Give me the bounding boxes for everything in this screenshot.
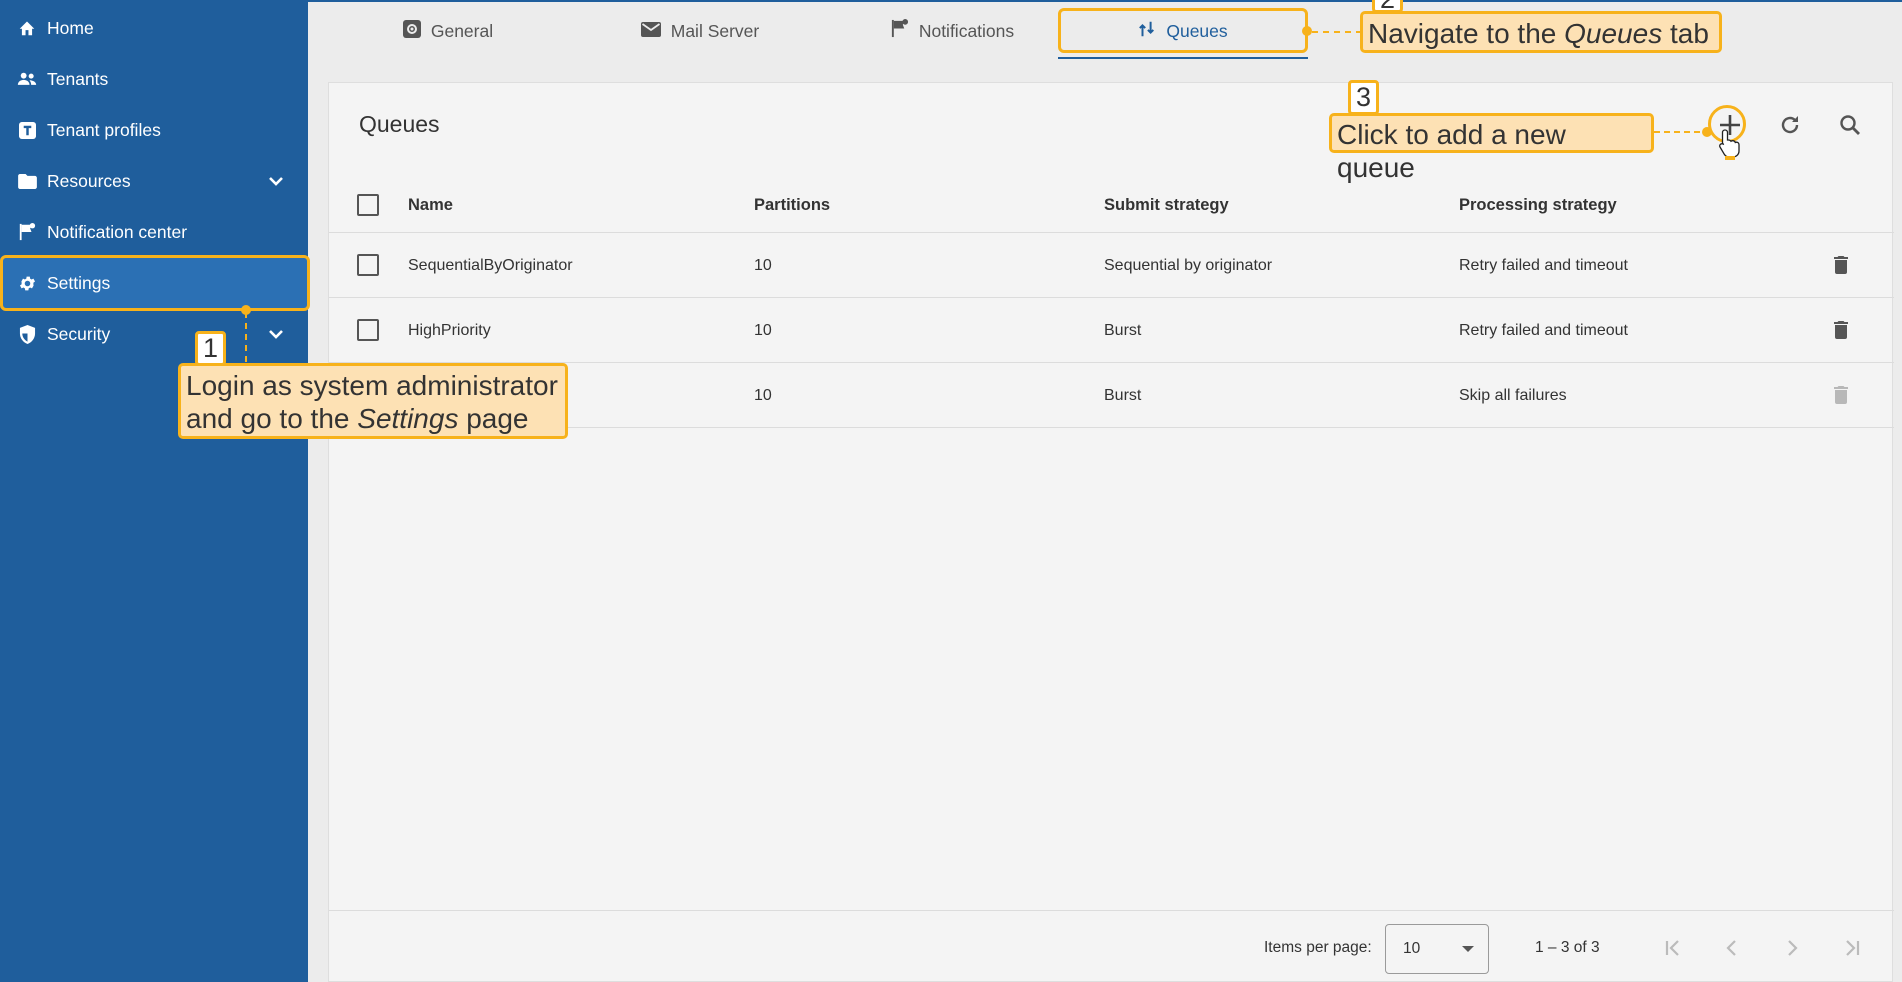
step3-callout: Click to add a new queue — [1329, 113, 1654, 183]
queue-processing-strategy: Skip all failures — [1459, 386, 1567, 404]
queues-card: Queues Name Partitions Submit strategy P… — [328, 82, 1894, 982]
folder-icon — [17, 171, 37, 191]
sidebar-item-tenants[interactable]: Tenants — [0, 54, 308, 104]
sidebar-item-label: Tenants — [47, 68, 109, 89]
select-all-checkbox[interactable] — [357, 194, 379, 216]
queue-partitions: 10 — [754, 386, 772, 404]
row-checkbox[interactable] — [357, 319, 379, 341]
chevron-left-icon — [1726, 940, 1736, 956]
step2-callout: Navigate to the Queues tab — [1360, 11, 1722, 53]
queue-submit-strategy: Sequential by originator — [1104, 256, 1273, 274]
active-tab-indicator — [1058, 57, 1308, 59]
table-header: Name Partitions Submit strategy Processi… — [329, 178, 1894, 233]
refresh-button[interactable] — [1770, 105, 1810, 145]
paginator: Items per page: 10 1 – 3 of 3 — [329, 910, 1894, 982]
table-row[interactable]: SequentialByOriginator 10 Sequential by … — [329, 233, 1894, 298]
top-divider — [308, 0, 1902, 2]
callout-emphasis: Queues — [1564, 18, 1663, 49]
callout-text: Navigate to the — [1368, 18, 1565, 49]
callout-connector — [245, 312, 247, 362]
tab-general[interactable]: General — [358, 4, 538, 58]
column-header-partitions[interactable]: Partitions — [754, 178, 830, 233]
tab-mail-server[interactable]: Mail Server — [590, 4, 810, 58]
callout-text: and go to the — [186, 403, 358, 434]
queue-partitions: 10 — [754, 256, 772, 274]
step1-callout: Login as system administrator and go to … — [178, 363, 568, 439]
column-header-name[interactable]: Name — [408, 178, 453, 233]
queue-partitions: 10 — [754, 321, 772, 339]
items-per-page-label: Items per page: — [1264, 938, 1372, 956]
queue-submit-strategy: Burst — [1104, 386, 1142, 404]
callout-text: Login as system administrator — [186, 370, 558, 401]
queue-processing-strategy: Retry failed and timeout — [1459, 256, 1628, 274]
callout-text: tab — [1662, 18, 1709, 49]
sidebar-item-notification-center[interactable]: Notification center — [0, 207, 308, 257]
tab-notifications[interactable]: Notifications — [842, 4, 1062, 58]
callout-text-line2: and go to the Settings page — [186, 402, 560, 435]
sidebar-item-label: Home — [47, 17, 94, 38]
tab-label: Notifications — [918, 20, 1015, 41]
sidebar-item-home[interactable]: Home — [0, 3, 308, 53]
items-per-page-select[interactable]: 10 — [1385, 924, 1489, 974]
delete-icon[interactable] — [1829, 253, 1853, 277]
sidebar-item-label: Notification center — [47, 221, 188, 242]
sidebar: Home Tenants Tenant profiles Resources N… — [0, 0, 308, 982]
column-header-processing-strategy[interactable]: Processing strategy — [1459, 178, 1617, 233]
callout-connector — [1312, 31, 1362, 33]
callout-emphasis: Settings — [357, 403, 459, 434]
queue-name: HighPriority — [408, 321, 491, 339]
gear-box-icon — [402, 19, 421, 43]
notification-flag-icon — [890, 19, 909, 43]
sidebar-item-security[interactable]: Security — [0, 309, 308, 359]
people-icon — [17, 69, 37, 89]
settings-highlight — [0, 255, 310, 311]
last-page-icon — [1846, 940, 1860, 956]
delete-icon-disabled — [1834, 386, 1848, 404]
queue-processing-strategy: Retry failed and timeout — [1459, 321, 1628, 339]
notification-flag-icon — [17, 222, 37, 242]
sidebar-item-tenant-profiles[interactable]: Tenant profiles — [0, 105, 308, 155]
callout-anchor-dot — [1702, 127, 1712, 137]
search-icon — [1840, 115, 1860, 135]
home-icon — [17, 18, 37, 38]
queue-submit-strategy: Burst — [1104, 321, 1142, 339]
tab-label: General — [430, 20, 494, 41]
search-button[interactable] — [1830, 105, 1870, 145]
mail-icon — [640, 21, 661, 42]
last-page-button[interactable] — [1835, 931, 1869, 965]
table-row[interactable]: HighPriority 10 Burst Retry failed and t… — [329, 298, 1894, 363]
step-number-badge: 3 — [1348, 80, 1379, 115]
card-title: Queues — [359, 111, 440, 137]
callout-anchor-dot — [1302, 26, 1312, 36]
dropdown-arrow-icon — [1462, 946, 1474, 952]
first-page-icon — [1665, 940, 1679, 956]
refresh-icon — [1781, 116, 1799, 134]
sidebar-item-resources[interactable]: Resources — [0, 156, 308, 206]
paginator-range: 1 – 3 of 3 — [1535, 938, 1600, 956]
sidebar-item-label: Security — [47, 323, 111, 344]
row-checkbox[interactable] — [357, 254, 379, 276]
previous-page-button[interactable] — [1715, 931, 1749, 965]
queue-name: SequentialByOriginator — [408, 256, 573, 274]
first-page-button[interactable] — [1656, 931, 1690, 965]
chevron-down-icon[interactable] — [266, 324, 286, 344]
next-page-button[interactable] — [1775, 931, 1809, 965]
sidebar-item-label: Resources — [47, 170, 131, 191]
sidebar-item-label: Tenant profiles — [47, 119, 161, 140]
items-per-page-value: 10 — [1403, 940, 1421, 957]
step-number-badge: 1 — [195, 331, 226, 366]
shield-icon — [17, 324, 37, 344]
queues-tab-highlight — [1058, 8, 1308, 53]
chevron-right-icon — [1788, 940, 1798, 956]
delete-icon[interactable] — [1829, 318, 1853, 342]
callout-text: page — [458, 403, 529, 434]
column-header-submit-strategy[interactable]: Submit strategy — [1104, 178, 1229, 233]
tab-label: Mail Server — [670, 20, 760, 41]
tenant-profile-icon — [17, 120, 37, 140]
chevron-down-icon[interactable] — [266, 171, 286, 191]
hand-pointer-icon — [1719, 129, 1740, 160]
